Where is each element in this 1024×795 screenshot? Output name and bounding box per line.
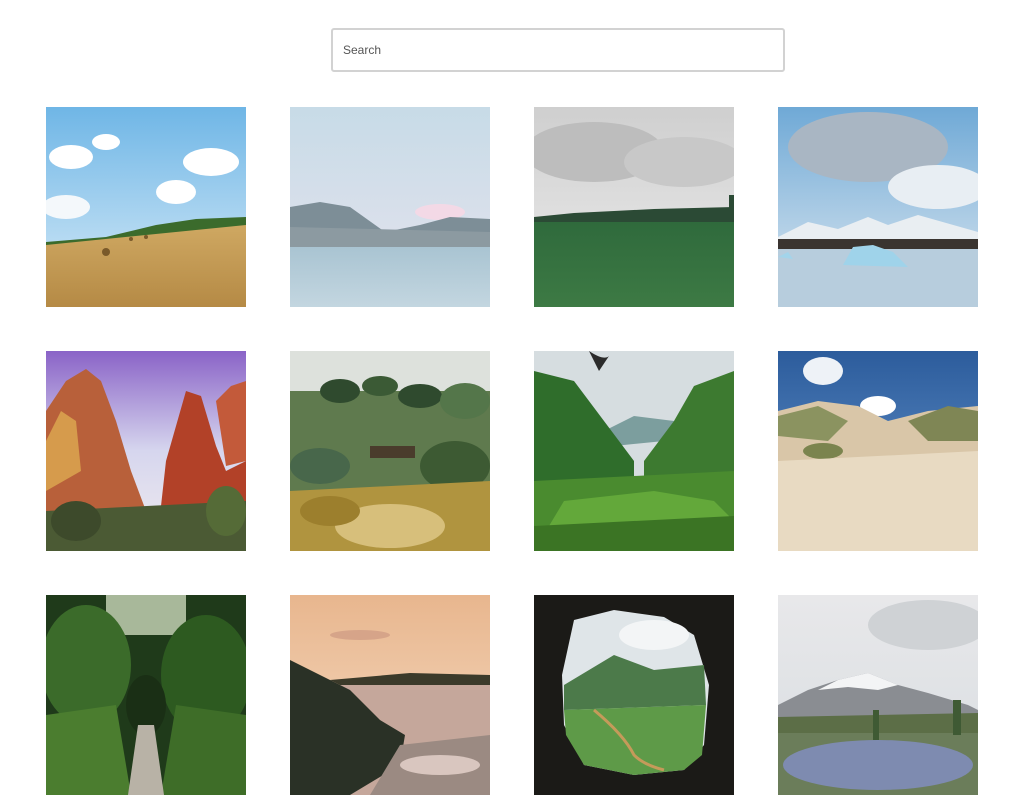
landscape-photo — [778, 107, 978, 307]
landscape-photo — [290, 107, 490, 307]
landscape-photo — [534, 595, 734, 795]
photo-tile[interactable] — [290, 595, 490, 795]
photo-tile[interactable] — [534, 595, 734, 795]
photo-tile[interactable] — [290, 107, 490, 307]
search-input[interactable] — [331, 28, 785, 72]
landscape-photo — [290, 595, 490, 795]
photo-tile[interactable] — [534, 107, 734, 307]
photo-tile[interactable] — [46, 107, 246, 307]
photo-tile[interactable] — [778, 595, 978, 795]
landscape-photo — [46, 107, 246, 307]
photo-tile[interactable] — [46, 351, 246, 551]
search-bar — [331, 28, 785, 72]
landscape-photo — [778, 351, 978, 551]
photo-tile[interactable] — [778, 107, 978, 307]
landscape-photo — [534, 107, 734, 307]
landscape-photo — [778, 595, 978, 795]
landscape-photo — [46, 595, 246, 795]
photo-tile[interactable] — [534, 351, 734, 551]
landscape-photo — [534, 351, 734, 551]
photo-tile[interactable] — [290, 351, 490, 551]
landscape-photo — [46, 351, 246, 551]
photo-tile[interactable] — [778, 351, 978, 551]
photo-tile[interactable] — [46, 595, 246, 795]
photo-gallery — [46, 107, 978, 795]
landscape-photo — [290, 351, 490, 551]
